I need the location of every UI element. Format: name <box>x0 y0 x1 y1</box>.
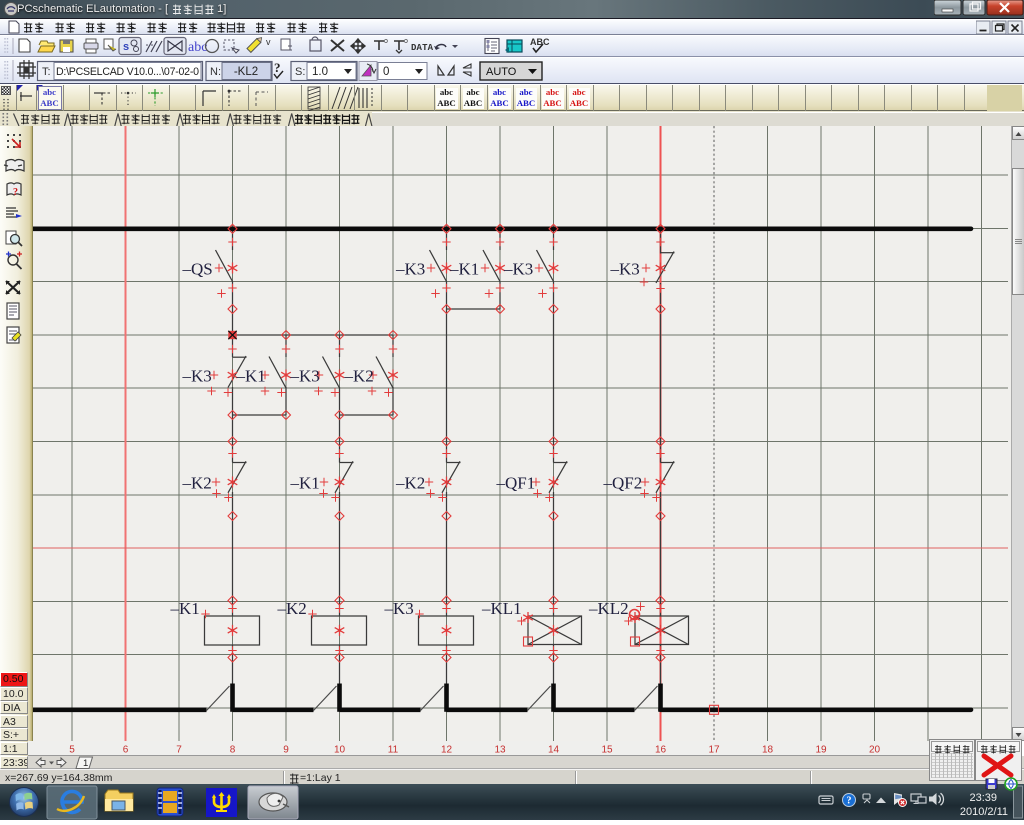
svg-text:–QS: –QS <box>182 260 213 279</box>
svg-text:–K1: –K1 <box>236 367 266 386</box>
svg-text:–K3: –K3 <box>610 260 640 279</box>
svg-text:–K1: –K1 <box>170 599 200 618</box>
svg-text:–K3: –K3 <box>384 599 414 618</box>
svg-text:–K3: –K3 <box>395 260 425 279</box>
svg-text:–K3: –K3 <box>503 260 533 279</box>
svg-text:–K2: –K2 <box>395 474 425 493</box>
svg-text:–QF1: –QF1 <box>496 474 536 493</box>
svg-text:–K3: –K3 <box>182 367 212 386</box>
svg-text:–K3: –K3 <box>290 367 320 386</box>
svg-text:?: ? <box>13 187 18 198</box>
svg-text:–K1: –K1 <box>449 260 479 279</box>
svg-text:23:39: 23:39 <box>969 792 997 804</box>
svg-text:–K2: –K2 <box>344 367 374 386</box>
svg-text:–K2: –K2 <box>182 474 212 493</box>
svg-text:1: 1 <box>83 758 88 769</box>
svg-text:–KL1: –KL1 <box>481 599 522 618</box>
svg-text:?: ? <box>847 796 852 807</box>
svg-text:–K2: –K2 <box>277 599 307 618</box>
svg-text:2010/2/11: 2010/2/11 <box>960 806 1008 818</box>
svg-text:–QF2: –QF2 <box>603 474 643 493</box>
svg-text:–K1: –K1 <box>290 474 320 493</box>
svg-text:–KL2: –KL2 <box>588 599 629 618</box>
